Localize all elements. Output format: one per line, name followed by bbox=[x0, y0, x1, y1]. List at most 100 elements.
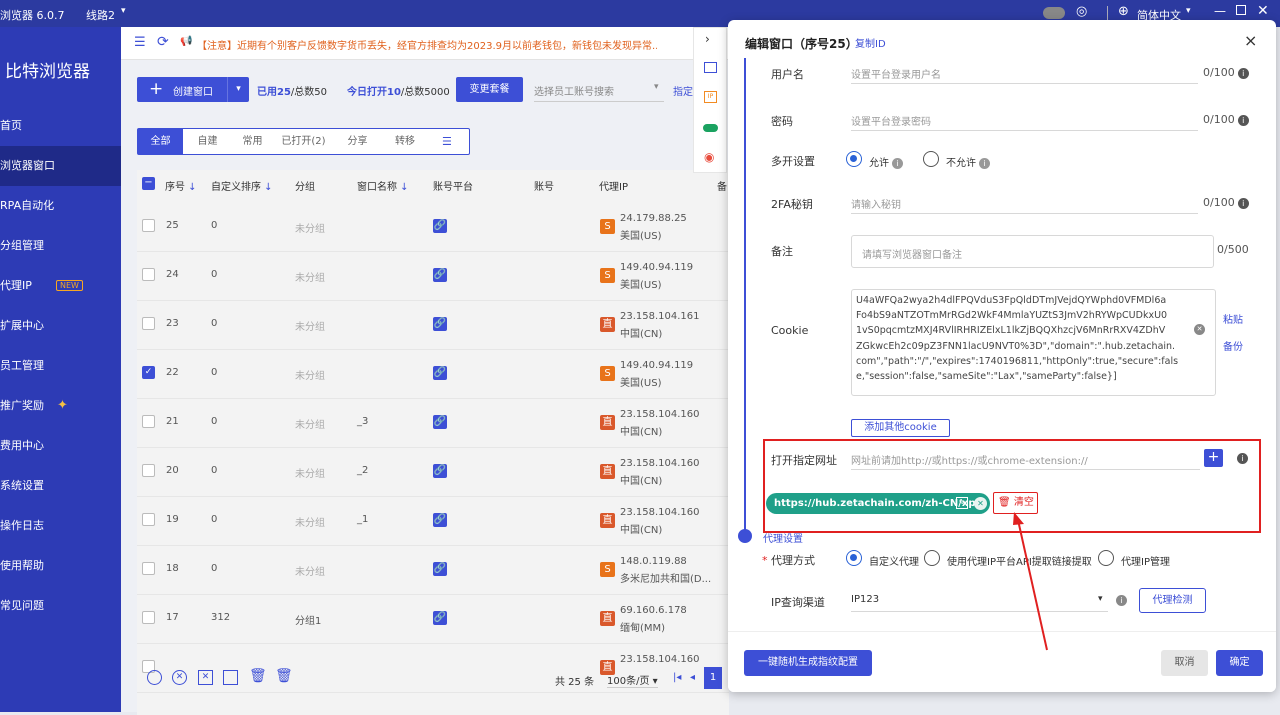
staff-select-chevron-icon[interactable]: ▾ bbox=[654, 82, 659, 92]
sidebar-item-1[interactable]: 浏览器窗口 bbox=[0, 146, 121, 186]
proxy-api-radio[interactable] bbox=[924, 550, 940, 566]
column-header-6[interactable]: 代理IP bbox=[599, 178, 628, 193]
tab-0[interactable]: 全部 bbox=[138, 129, 183, 154]
row-checkbox[interactable] bbox=[142, 317, 155, 330]
platform-link-icon[interactable]: 🔗 bbox=[433, 366, 447, 380]
platform-link-icon[interactable]: 🔗 bbox=[433, 268, 447, 282]
fingerprint-icon[interactable]: ◉ bbox=[704, 150, 714, 164]
line-select[interactable]: 线路2 bbox=[86, 7, 115, 23]
notes-icon[interactable] bbox=[704, 62, 717, 73]
sidebar-item-9[interactable]: 系统设置 bbox=[0, 466, 121, 506]
ip-icon[interactable]: IP bbox=[704, 91, 717, 103]
twofa-input[interactable]: 请输入秘钥 bbox=[851, 192, 1198, 214]
bulk-open-icon[interactable] bbox=[147, 670, 162, 685]
notice-text[interactable]: 【注意】近期有个别客户反馈数字货币丢失，经官方排查均为2023.9月以前老钱包，… bbox=[197, 37, 657, 52]
support-icon[interactable]: ◎ bbox=[1076, 4, 1087, 19]
dialog-close-icon[interactable]: × bbox=[1244, 31, 1257, 50]
platform-link-icon[interactable]: 🔗 bbox=[433, 562, 447, 576]
table-row[interactable]: 24 0 未分组 🔗 S 149.40.94.119 美国(US) bbox=[137, 252, 729, 301]
table-row[interactable]: 23 0 未分组 🔗 直 23.158.104.161 中国(CN) bbox=[137, 301, 729, 350]
select-all-checkbox[interactable]: − bbox=[142, 177, 155, 190]
table-row[interactable]: 17 312 分组1 🔗 直 69.160.6.178 缅甸(MM) bbox=[137, 595, 729, 644]
sidebar-item-8[interactable]: 费用中心 bbox=[0, 426, 121, 466]
page-number[interactable]: 1 bbox=[704, 667, 722, 689]
platform-link-icon[interactable]: 🔗 bbox=[433, 415, 447, 429]
tab-2[interactable]: 常用 bbox=[232, 129, 273, 154]
sidebar-item-6[interactable]: 员工管理 bbox=[0, 346, 121, 386]
confirm-button[interactable]: 确定 bbox=[1216, 650, 1263, 676]
specify-link[interactable]: 指定 bbox=[673, 83, 693, 98]
collapse-menu-icon[interactable]: ☰ bbox=[134, 35, 146, 50]
bulk-trash-icon[interactable]: 🗑 bbox=[249, 668, 267, 684]
create-window-button[interactable]: + 创建窗口 ▾ bbox=[137, 77, 249, 102]
tab-1[interactable]: 自建 bbox=[183, 129, 232, 154]
row-checkbox[interactable] bbox=[142, 415, 155, 428]
bulk-close-icon[interactable]: ✕ bbox=[172, 670, 187, 685]
maximize-icon[interactable] bbox=[1236, 5, 1246, 15]
first-page-icon[interactable]: |◂ bbox=[673, 672, 681, 683]
row-checkbox[interactable] bbox=[142, 268, 155, 281]
copy-id-link[interactable]: 复制ID bbox=[855, 35, 886, 50]
table-row[interactable]: 20 0 未分组 _2 🔗 直 23.158.104.160 中国(CN) bbox=[137, 448, 729, 497]
password-input[interactable]: 设置平台登录密码 bbox=[851, 109, 1198, 131]
table-row[interactable]: 21 0 未分组 _3 🔗 直 23.158.104.160 中国(CN) bbox=[137, 399, 729, 448]
row-checkbox[interactable] bbox=[142, 464, 155, 477]
proxy-check-button[interactable]: 代理检测 bbox=[1139, 588, 1206, 613]
sidebar-item-0[interactable]: 首页 bbox=[0, 106, 121, 146]
url-tag[interactable]: https://hub.zetachain.com/zh-CN/xp ✎ ✕ bbox=[766, 493, 990, 514]
url-input[interactable]: 网址前请加http://或https://或chrome-extension:/… bbox=[851, 448, 1200, 470]
change-plan-button[interactable]: 变更套餐 bbox=[456, 77, 523, 102]
multi-deny-radio[interactable] bbox=[923, 151, 939, 167]
table-row[interactable]: 25 0 未分组 🔗 S 24.179.88.25 美国(US) bbox=[137, 203, 729, 252]
language-chevron-icon[interactable]: ▾ bbox=[1186, 6, 1191, 16]
random-fingerprint-button[interactable]: 一键随机生成指纹配置 bbox=[744, 650, 872, 676]
remark-input[interactable]: 请填写浏览器窗口备注 bbox=[851, 235, 1214, 268]
row-checkbox[interactable] bbox=[142, 513, 155, 526]
column-header-3[interactable]: 窗口名称 ↓ bbox=[357, 178, 409, 193]
column-header-4[interactable]: 账号平台 bbox=[433, 178, 473, 193]
cookie-textarea[interactable]: U4aWFQa2wya2h4dlFPQVduS3FpQldDTmJVejdQYW… bbox=[851, 289, 1216, 396]
platform-link-icon[interactable]: 🔗 bbox=[433, 513, 447, 527]
cookie-paste-link[interactable]: 粘贴 bbox=[1223, 311, 1243, 326]
sidebar-item-11[interactable]: 使用帮助 bbox=[0, 546, 121, 586]
column-header-7[interactable]: 备 bbox=[717, 178, 727, 193]
tab-5[interactable]: 转移 bbox=[381, 129, 429, 154]
table-row[interactable]: ✓ 22 0 未分组 🔗 S 149.40.94.119 美国(US) bbox=[137, 350, 729, 399]
cookie-backup-link[interactable]: 备份 bbox=[1223, 338, 1243, 353]
row-checkbox[interactable] bbox=[142, 562, 155, 575]
proxy-custom-radio[interactable] bbox=[846, 550, 862, 566]
sidebar-item-3[interactable]: 分组管理 bbox=[0, 226, 121, 266]
platform-link-icon[interactable]: 🔗 bbox=[433, 317, 447, 331]
ip-channel-chevron-icon[interactable]: ▾ bbox=[1098, 594, 1103, 604]
staff-search-select[interactable]: 选择员工账号搜索 bbox=[534, 83, 664, 102]
globe-icon[interactable]: ⊕ bbox=[1118, 4, 1129, 19]
chevron-down-icon[interactable]: ▾ bbox=[121, 6, 126, 16]
column-header-2[interactable]: 分组 bbox=[295, 178, 315, 193]
remove-url-icon[interactable]: ✕ bbox=[974, 497, 987, 510]
column-header-5[interactable]: 账号 bbox=[534, 178, 554, 193]
close-window-icon[interactable]: ✕ bbox=[1257, 3, 1269, 19]
refresh-icon[interactable]: ⟳ bbox=[157, 34, 169, 50]
table-row[interactable]: 18 0 未分组 🔗 S 148.0.119.88 多米尼加共和国(D... bbox=[137, 546, 729, 595]
row-checkbox[interactable] bbox=[142, 611, 155, 624]
toggle-icon[interactable] bbox=[1043, 7, 1065, 19]
bulk-stop-icon[interactable]: ✕ bbox=[198, 670, 213, 685]
cancel-button[interactable]: 取消 bbox=[1161, 650, 1208, 676]
tab-4[interactable]: 分享 bbox=[334, 129, 381, 154]
pager-size-select[interactable]: 100条/页 ▾ bbox=[607, 672, 658, 688]
column-header-0[interactable]: 序号 ↓ bbox=[165, 178, 197, 193]
sidebar-item-5[interactable]: 扩展中心 bbox=[0, 306, 121, 346]
proxy-mgmt-radio[interactable] bbox=[1098, 550, 1114, 566]
add-cookie-button[interactable]: 添加其他cookie bbox=[851, 419, 950, 437]
row-checkbox[interactable]: ✓ bbox=[142, 366, 155, 379]
tab-3[interactable]: 已打开(2) bbox=[273, 129, 334, 154]
minimize-icon[interactable]: — bbox=[1214, 4, 1226, 18]
toggle-green-icon[interactable] bbox=[703, 124, 718, 132]
chevron-right-icon[interactable]: › bbox=[705, 32, 710, 46]
platform-link-icon[interactable]: 🔗 bbox=[433, 464, 447, 478]
sort-icon[interactable]: ☰ bbox=[442, 135, 452, 148]
sidebar-item-10[interactable]: 操作日志 bbox=[0, 506, 121, 546]
ip-channel-select[interactable]: IP123 bbox=[851, 590, 1108, 612]
sidebar-item-2[interactable]: RPA自动化 bbox=[0, 186, 121, 226]
add-url-button[interactable]: + bbox=[1204, 449, 1223, 467]
